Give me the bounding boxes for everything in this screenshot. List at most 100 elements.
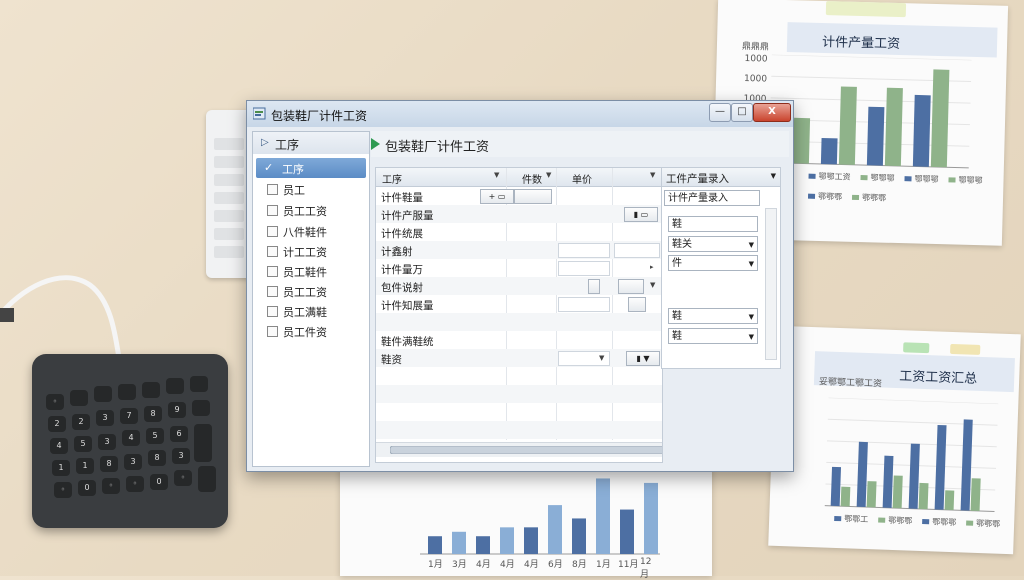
sidebar-item-selected[interactable]: ✓ 工序 [256,158,366,178]
bar [500,527,514,554]
entry-dropdown[interactable]: 鞋 ▼ [668,328,758,344]
chevron-down-icon[interactable]: ▼ [650,171,655,179]
bar [884,87,903,167]
bar [524,527,538,554]
bar [960,419,973,511]
maximize-button[interactable]: □ [731,103,753,122]
sidebar-item-label: 工序 [282,163,304,176]
bar [908,443,920,509]
stepper-button[interactable]: + ▭ [480,189,514,204]
table-row[interactable]: 计件统展 [376,223,662,241]
expand-icon: ▷ [261,137,269,148]
chevron-down-icon[interactable]: ▼ [494,171,499,179]
chevron-right-icon[interactable]: ▸ [650,263,654,271]
table-row[interactable] [376,313,662,331]
bar-chart-bottom-center [420,478,660,555]
chart-side-label: 鼎鼎鼎 [741,41,770,53]
title-bar[interactable]: 包装鞋厂计件工资 — □ X [247,101,793,127]
chart-title: 计件产量工资 [821,34,901,53]
bar [918,482,929,510]
chevron-down-icon[interactable]: ▼ [546,171,551,179]
sidebar-header-label: 工序 [275,138,300,152]
stepper-button[interactable] [514,189,552,204]
toggle-button[interactable] [618,279,644,294]
gridline [828,397,999,405]
column-header[interactable]: 件数 [522,171,542,186]
grid-header: 工序 ▼ 件数 ▼ 单价 ▼ [376,168,662,187]
entry-panel-title: 工件产量录入 [666,173,729,185]
play-icon [371,138,380,150]
bar [792,117,811,164]
checkbox[interactable] [267,266,278,277]
toggle-button[interactable] [588,279,600,294]
bar [840,486,851,507]
checkbox[interactable] [267,306,278,317]
sticky-note [903,342,930,354]
cell-dropdown[interactable]: ▼ [558,351,610,366]
bar [830,466,842,507]
chart-legend: 鄂鄂工 鄂鄂鄂 鄂鄂鄂 鄂鄂鄂 [834,513,1000,530]
sticky-note [950,343,981,355]
bar [428,536,442,554]
bar [644,482,658,554]
table-row[interactable]: 鞋资 ▼ ▮ ▼ [376,349,662,367]
table-row[interactable]: 计件量万 ▸ [376,259,662,277]
checkbox[interactable] [267,246,278,257]
table-row[interactable]: 包件说射 ▼ [376,277,662,295]
cell-input[interactable] [614,243,660,258]
entry-dropdown[interactable]: 件 ▼ [668,255,758,271]
checkbox[interactable] [267,184,278,195]
cell-input[interactable] [558,261,610,276]
bar [944,490,955,511]
table-row[interactable]: 计鑫射 [376,241,662,259]
numeric-keypad: ◦ 223789 453456 118383 ◦ 0 ◦ ◦ 0 ◦ [32,354,228,528]
bar [866,481,877,508]
column-header[interactable]: 工序 [382,171,402,186]
entry-header-field[interactable]: 计件产量录入 [664,190,760,206]
bar [452,531,466,554]
table-row[interactable]: 计件产服量 ▮ ▭ [376,205,662,223]
chevron-down-icon[interactable]: ▼ [771,172,776,180]
toggle-button[interactable]: ▮ ▼ [626,351,660,366]
close-button[interactable]: X [753,103,791,122]
bar [856,441,868,508]
table-row[interactable]: 计件知展量 [376,295,662,313]
cell-input[interactable] [558,243,610,258]
chevron-down-icon[interactable]: ▼ [650,281,655,289]
minimize-button[interactable]: — [709,103,731,122]
bar [820,137,838,165]
cell-input[interactable] [558,297,610,312]
checkbox[interactable] [267,226,278,237]
entry-field[interactable]: 鞋 [668,216,758,232]
chart-side-label: 妥鄂鄂工鄂工资 [818,377,883,390]
app-window: 包装鞋厂计件工资 — □ X ▷ 工序 ✓ 工序 员工 员工工资 八件鞋件 计工… [246,100,794,472]
sidebar-header[interactable]: ▷ 工序 [253,132,369,154]
toggle-button[interactable] [628,297,646,312]
toggle-button[interactable]: ▮ ▭ [624,207,658,222]
chart-title: 工资工资汇总 [898,369,978,387]
checkbox[interactable] [267,205,278,216]
main-title: 包装鞋厂计件工资 [385,140,490,155]
entry-panel: 工件产量录入 ▼ 计件产量录入 鞋 鞋关 ▼ 件 ▼ 鞋 ▼ 鞋 ▼ [661,167,781,369]
main-header: 包装鞋厂计件工资 [371,131,789,157]
data-grid: 工序 ▼ 件数 ▼ 单价 ▼ 计件鞋量 + ▭ 计件产服量 ▮ ▭ 计件统展 计… [375,167,663,463]
check-icon: ✓ [264,161,274,174]
entry-dropdown[interactable]: 鞋关 ▼ [668,236,758,252]
checkbox[interactable] [267,326,278,337]
entry-panel-header: 工件产量录入 ▼ [662,168,780,187]
vertical-scrollbar[interactable] [765,208,777,360]
bar [934,424,947,510]
main-panel: 包装鞋厂计件工资 工序 ▼ 件数 ▼ 单价 ▼ 计件鞋量 + ▭ 计件产服量 ▮… [371,131,789,467]
table-row[interactable]: 计件鞋量 + ▭ [376,187,662,205]
bar-chart-bottom-right [824,397,999,513]
bar [838,86,857,165]
bar-chart-top-right [768,54,972,169]
scroll-thumb[interactable] [390,446,663,454]
chart-legend: 鄂鄂工资 鄂鄂鄂 鄂鄂鄂 鄂鄂鄂 [808,171,983,187]
horizontal-scrollbar[interactable] [376,442,662,457]
column-header[interactable]: 单价 [572,171,592,186]
entry-dropdown[interactable]: 鞋 ▼ [668,308,758,324]
table-row[interactable]: 鞋件满鞋统 [376,331,662,349]
bar [866,106,885,166]
checkbox[interactable] [267,286,278,297]
